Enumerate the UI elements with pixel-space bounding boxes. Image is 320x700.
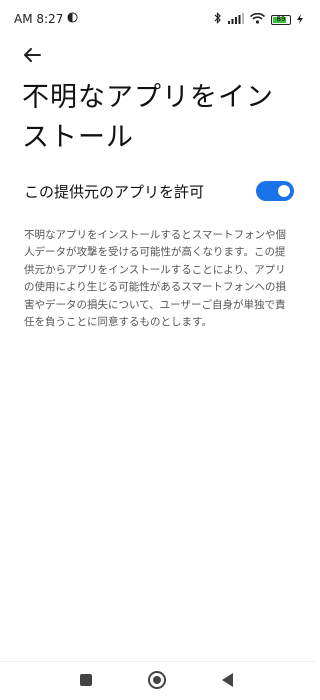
data-saver-icon [67, 12, 78, 26]
back-nav-button[interactable] [222, 673, 233, 687]
toggle-knob [278, 185, 290, 197]
battery-icon: 89 [271, 14, 291, 25]
allow-source-setting[interactable]: この提供元のアプリを許可 [24, 176, 294, 206]
allow-source-label: この提供元のアプリを許可 [24, 182, 205, 201]
wifi-icon [249, 12, 266, 27]
recent-apps-button[interactable] [80, 674, 92, 686]
arrow-left-icon [24, 48, 41, 62]
bluetooth-icon [214, 12, 222, 27]
status-left: AM 8:27 [14, 12, 78, 26]
navigation-bar [0, 661, 315, 700]
back-button[interactable] [20, 42, 46, 68]
allow-source-toggle[interactable] [256, 181, 294, 201]
signal-icon [228, 12, 244, 27]
status-bar: AM 8:27 89 [0, 0, 315, 40]
status-right: 89 [214, 12, 303, 27]
warning-description: 不明なアプリをインストールするとスマートフォンや個人データが攻撃を受ける可能性が… [24, 229, 286, 329]
charging-icon [297, 13, 303, 27]
home-button[interactable] [148, 671, 166, 689]
status-time: AM 8:27 [14, 12, 64, 26]
page-title: 不明なアプリをインストール [22, 82, 274, 153]
battery-level: 89 [276, 14, 286, 23]
